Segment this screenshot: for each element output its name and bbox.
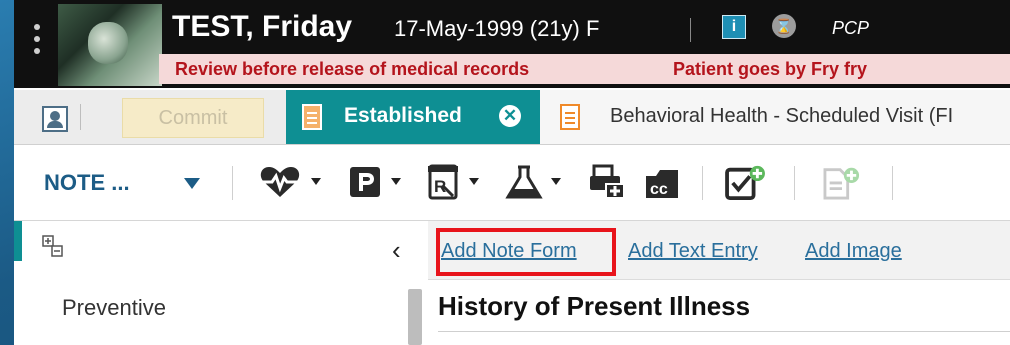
- emr-window: TEST, Friday 17-May-1999 (21y) F i ⌛ PCP…: [14, 0, 1010, 345]
- outline-item-preventive[interactable]: Preventive: [62, 295, 166, 321]
- p-icon[interactable]: [348, 164, 382, 200]
- expand-collapse-icon[interactable]: [42, 235, 64, 257]
- chevron-down-icon[interactable]: [391, 178, 401, 185]
- add-text-entry-link[interactable]: Add Text Entry: [628, 240, 758, 263]
- chevron-down-icon[interactable]: [469, 178, 479, 185]
- banner-divider: [690, 18, 691, 42]
- toolbar-divider: [794, 166, 795, 200]
- document-icon: [560, 104, 580, 130]
- tab-behavioral-health[interactable]: Behavioral Health - Scheduled Visit (FI: [540, 90, 1010, 144]
- toolbar-divider: [892, 166, 893, 200]
- document-icon: [302, 104, 322, 130]
- user-icon[interactable]: [42, 106, 68, 132]
- section-title: History of Present Illness: [438, 291, 751, 321]
- collapse-pane-icon[interactable]: ‹: [392, 235, 401, 266]
- toolbar-divider: [232, 166, 233, 200]
- encounter-tab-bar: Commit Established ✕ Behavioral Health -…: [14, 90, 1010, 145]
- document-add-icon[interactable]: [820, 164, 864, 200]
- info-icon[interactable]: i: [722, 15, 746, 39]
- note-toolbar: NOTE ... R cc: [14, 146, 1010, 221]
- patient-dob-age-sex: 17-May-1999 (21y) F: [394, 16, 600, 41]
- checklist-add-icon[interactable]: [724, 164, 768, 200]
- note-editor-pane: Add Note Form Add Text Entry Add Image H…: [428, 221, 1010, 345]
- chevron-down-icon[interactable]: [184, 178, 200, 189]
- patient-banner: TEST, Friday 17-May-1999 (21y) F i ⌛ PCP…: [14, 0, 1010, 88]
- lab-flask-icon[interactable]: [504, 164, 544, 200]
- alert-preferred-name[interactable]: Patient goes by Fry fry: [673, 59, 867, 80]
- tab-behavioral-health-label: Behavioral Health - Scheduled Visit (FI: [610, 105, 954, 127]
- note-outline-pane: ‹ Preventive: [14, 221, 424, 345]
- chevron-down-icon[interactable]: [311, 178, 321, 185]
- patient-photo: [58, 4, 162, 86]
- hourglass-icon[interactable]: ⌛: [772, 14, 796, 38]
- chevron-down-icon[interactable]: [551, 178, 561, 185]
- add-image-link[interactable]: Add Image: [805, 240, 902, 263]
- tab-established[interactable]: Established ✕: [286, 90, 540, 144]
- highlight-box: [436, 228, 616, 276]
- rx-icon[interactable]: R: [428, 164, 460, 200]
- note-type-select[interactable]: NOTE ...: [44, 170, 130, 196]
- tab-divider: [80, 104, 81, 130]
- close-icon[interactable]: ✕: [499, 105, 521, 127]
- svg-text:cc: cc: [650, 181, 668, 198]
- patient-alerts-bar: Review before release of medical records…: [159, 54, 1010, 84]
- pane-accent: [14, 221, 22, 261]
- toolbar-divider: [702, 166, 703, 200]
- section-divider: [438, 331, 1010, 332]
- print-plus-icon[interactable]: [588, 164, 628, 200]
- heart-pulse-icon[interactable]: [258, 164, 302, 200]
- tab-established-label: Established: [344, 104, 462, 127]
- note-actions-bar: Add Note Form Add Text Entry Add Image: [428, 221, 1010, 280]
- commit-button[interactable]: Commit: [122, 98, 264, 138]
- cc-icon[interactable]: cc: [642, 164, 682, 200]
- patient-name[interactable]: TEST, Friday: [172, 10, 352, 44]
- scrollbar-thumb[interactable]: [408, 289, 422, 345]
- pcp-label[interactable]: PCP: [832, 18, 869, 39]
- alert-release-records[interactable]: Review before release of medical records: [175, 59, 529, 80]
- drag-handle-icon[interactable]: [34, 24, 42, 64]
